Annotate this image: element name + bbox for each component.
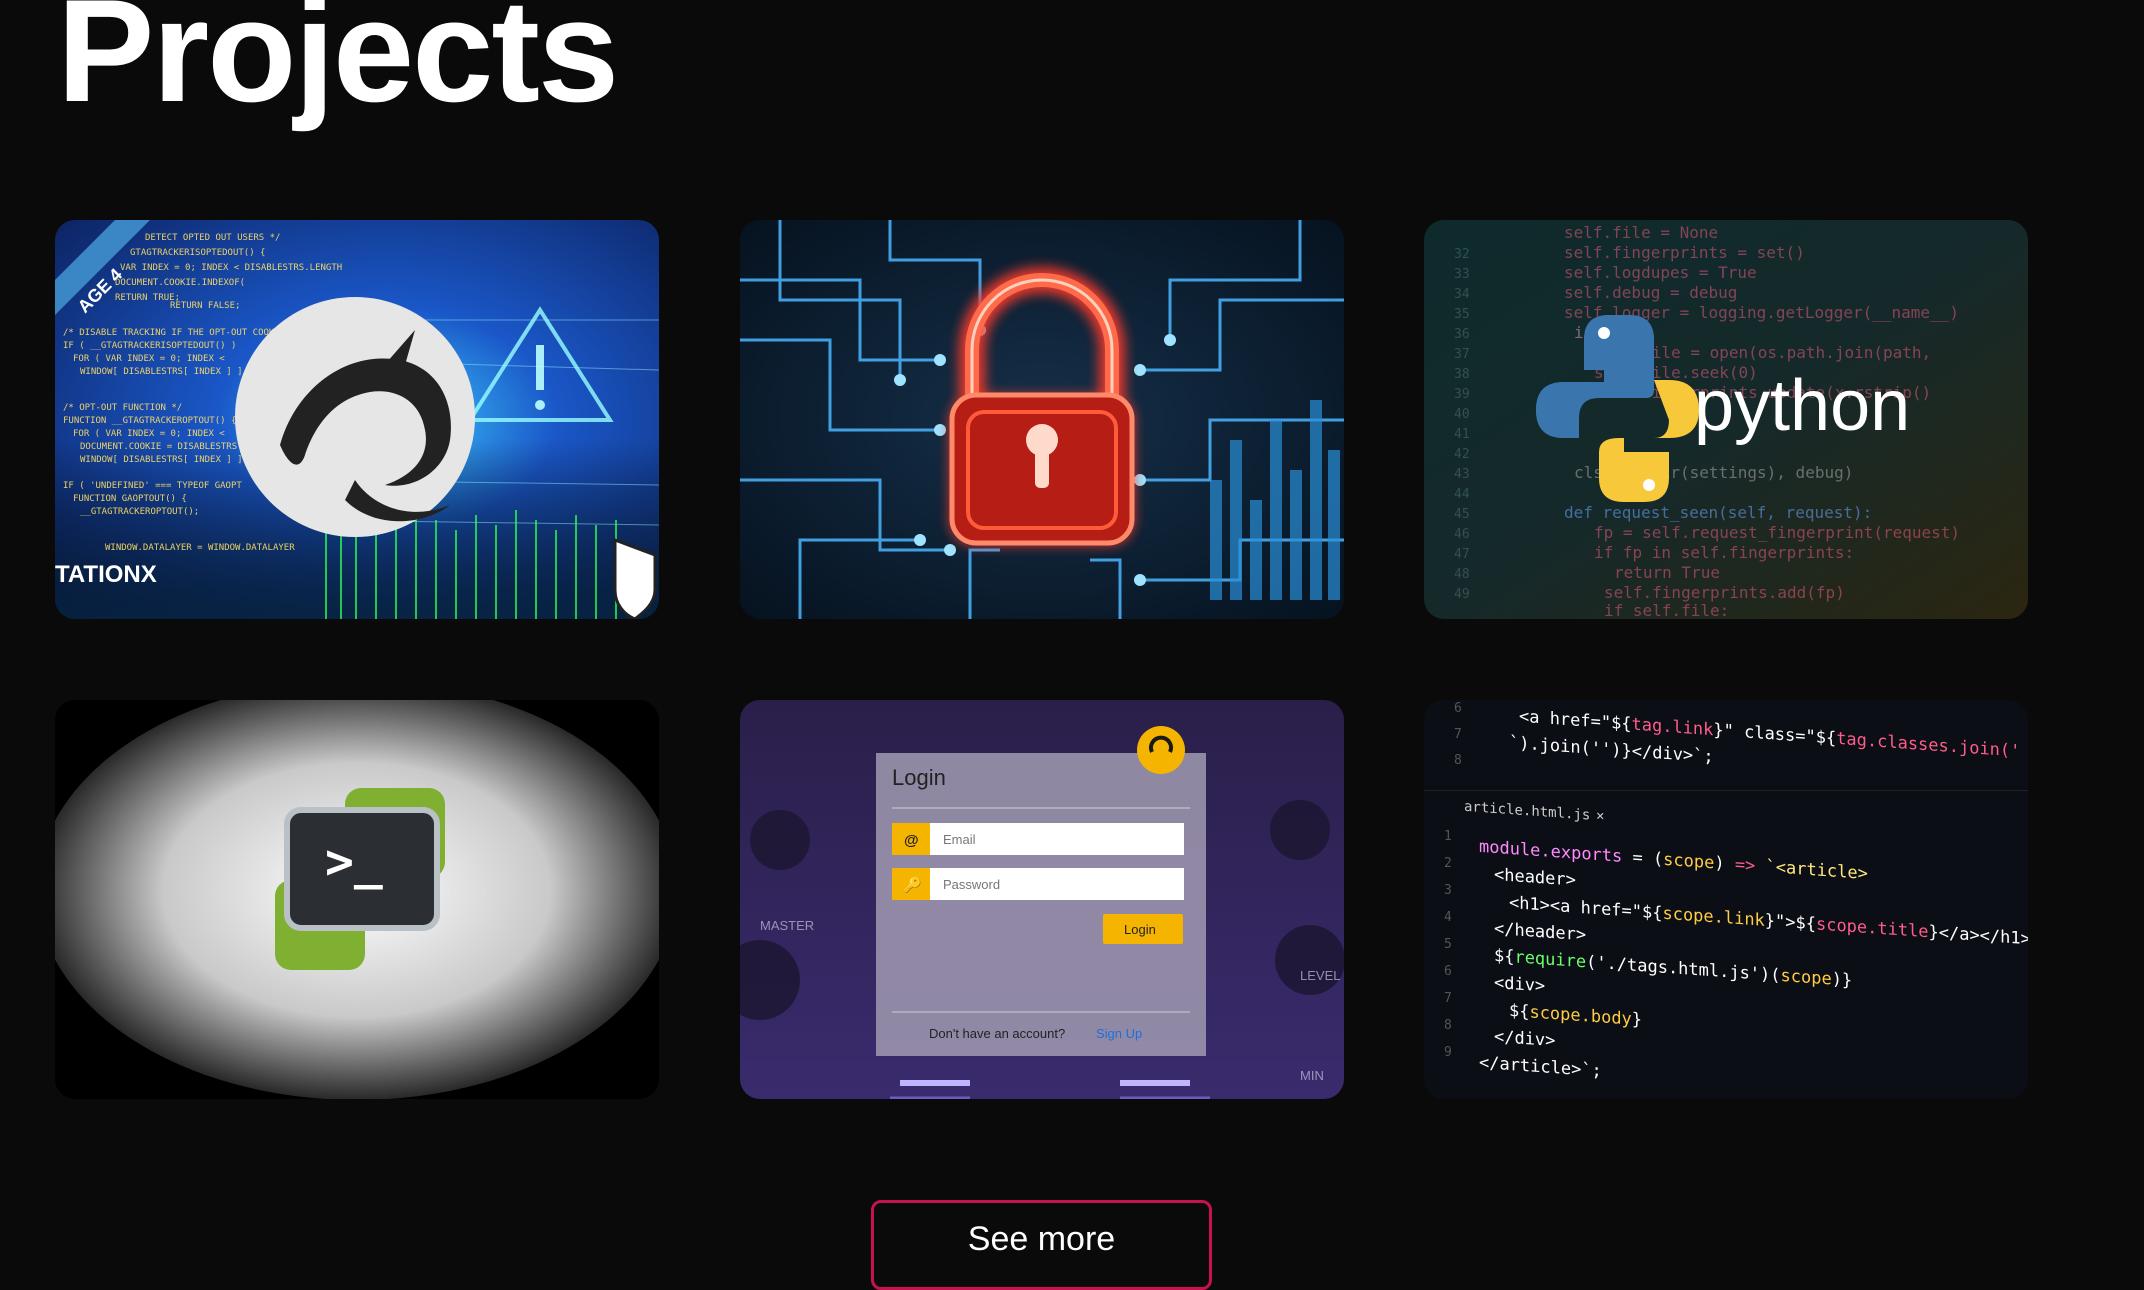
svg-text:MIN: MIN: [1300, 1068, 1324, 1083]
svg-text:FOR ( VAR INDEX = 0; INDEX <: FOR ( VAR INDEX = 0; INDEX <: [73, 429, 225, 439]
page-title: Projects: [57, 0, 619, 132]
svg-text:if self.file:: if self.file:: [1604, 601, 1729, 619]
svg-text:35: 35: [1454, 307, 1470, 322]
svg-text:fp = self.request_fingerprint(: fp = self.request_fingerprint(request): [1594, 523, 1960, 542]
svg-text:49: 49: [1454, 587, 1470, 602]
svg-text:37: 37: [1454, 347, 1470, 362]
python-code-image: self.file = None self.fingerprints = set…: [1424, 220, 2028, 619]
svg-text:WINDOW.DATALAYER = WINDOW.DATA: WINDOW.DATALAYER = WINDOW.DATALAYER: [105, 543, 295, 553]
svg-text:6: 6: [1454, 701, 1462, 716]
svg-text:39: 39: [1454, 387, 1470, 402]
svg-text:32: 32: [1454, 247, 1470, 262]
password-placeholder: Password: [943, 877, 1000, 892]
terminal-app-image: >_: [55, 700, 659, 1099]
svg-text:×: ×: [1596, 808, 1604, 825]
svg-text:FUNCTION __GTAGTRACKEROPTOUT(): FUNCTION __GTAGTRACKEROPTOUT() {: [63, 416, 236, 426]
project-card-python[interactable]: self.file = None self.fingerprints = set…: [1424, 220, 2028, 619]
svg-text:if fp in self.fingerprints:: if fp in self.fingerprints:: [1594, 543, 1854, 562]
svg-text:42: 42: [1454, 447, 1470, 462]
svg-text:8: 8: [1444, 1018, 1452, 1033]
svg-text:40: 40: [1454, 407, 1470, 422]
stationx-badge: TATIONX: [55, 561, 157, 588]
key-icon: 🔑: [903, 875, 922, 894]
svg-text:2: 2: [1444, 856, 1452, 871]
svg-text:46: 46: [1454, 527, 1470, 542]
login-panel: [876, 753, 1206, 1056]
svg-text:@: @: [904, 832, 919, 849]
svg-text:GTAGTRACKERISOPTEDOUT() {: GTAGTRACKERISOPTEDOUT() {: [130, 248, 265, 258]
svg-text:WINDOW[ DISABLESTRS[ INDEX ] ]: WINDOW[ DISABLESTRS[ INDEX ] ] =: [80, 455, 254, 465]
project-card-cyber-lock[interactable]: [740, 220, 1344, 619]
svg-text:FUNCTION GAOPTOUT() {: FUNCTION GAOPTOUT() {: [73, 494, 187, 504]
svg-text:9: 9: [1444, 1045, 1452, 1060]
login-button-label: Login: [1124, 922, 1156, 937]
svg-text:FOR ( VAR INDEX = 0; INDEX <: FOR ( VAR INDEX = 0; INDEX <: [73, 354, 225, 364]
email-placeholder: Email: [943, 832, 976, 847]
svg-text:MASTER: MASTER: [760, 918, 814, 933]
svg-text:8: 8: [1454, 753, 1462, 768]
svg-text:/* OPT-OUT FUNCTION */: /* OPT-OUT FUNCTION */: [63, 403, 182, 413]
svg-text:LEVEL: LEVEL: [1300, 968, 1340, 983]
svg-text:47: 47: [1454, 547, 1470, 562]
login-form-image: LEVELMASTERMIN Login @ Email 🔑 Password …: [740, 700, 1344, 1099]
svg-text:DETECT OPTED OUT USERS */: DETECT OPTED OUT USERS */: [145, 233, 280, 243]
svg-text:<div>: <div>: [1494, 973, 1545, 997]
terminal-prompt: >_: [325, 834, 383, 890]
svg-text:7: 7: [1444, 991, 1452, 1006]
svg-text:5: 5: [1444, 937, 1452, 952]
kali-card-image: DETECT OPTED OUT USERS */ GTAGTRACKERISO…: [55, 220, 659, 619]
no-account-text: Don't have an account?: [929, 1026, 1065, 1041]
project-card-terminal[interactable]: >_: [55, 700, 659, 1099]
cyber-lock-image: [740, 220, 1344, 619]
svg-text:__GTAGTRACKEROPTOUT();: __GTAGTRACKEROPTOUT();: [80, 507, 199, 517]
svg-text:WINDOW[ DISABLESTRS[ INDEX ] ]: WINDOW[ DISABLESTRS[ INDEX ] ] = T: [80, 367, 265, 377]
svg-text:6: 6: [1444, 964, 1452, 979]
svg-text:36: 36: [1454, 327, 1470, 342]
svg-text:3: 3: [1444, 883, 1452, 898]
svg-text:38: 38: [1454, 367, 1470, 382]
project-card-code[interactable]: <a href="${tag.link}" class="${tag.class…: [1424, 700, 2028, 1099]
login-title: Login: [892, 765, 946, 790]
svg-text:7: 7: [1454, 727, 1462, 742]
svg-text:DOCUMENT.COOKIE = DISABLESTRS: DOCUMENT.COOKIE = DISABLESTRS: [80, 442, 237, 452]
see-more-button[interactable]: See more: [871, 1200, 1212, 1290]
svg-text:return True: return True: [1614, 563, 1720, 582]
svg-text:4: 4: [1444, 910, 1452, 925]
svg-text:34: 34: [1454, 287, 1470, 302]
svg-text:IF ( 'UNDEFINED' === TYPEOF GA: IF ( 'UNDEFINED' === TYPEOF GAOPT: [63, 481, 242, 491]
svg-text:48: 48: [1454, 567, 1470, 582]
svg-text:33: 33: [1454, 267, 1470, 282]
project-card-login-form[interactable]: LEVEL MASTER MIN Login @ Email 🔑 Password …: [740, 700, 1344, 1099]
code-editor-image: <a href="${tag.link}" class="${tag.class…: [1424, 700, 2028, 1099]
svg-text:VAR INDEX = 0; INDEX < DISABLE: VAR INDEX = 0; INDEX < DISABLESTRS.LENGT…: [120, 263, 342, 273]
python-logo-text: python: [1694, 366, 1910, 446]
svg-text:def request_seen(self, request: def request_seen(self, request):: [1564, 503, 1872, 522]
svg-text:1: 1: [1444, 829, 1452, 844]
svg-text:43: 43: [1454, 467, 1470, 482]
svg-text:self.debug = debug: self.debug = debug: [1564, 283, 1737, 302]
svg-text:self.fingerprints = set(): self.fingerprints = set(): [1564, 243, 1805, 262]
svg-text:self.fingerprints.add(fp): self.fingerprints.add(fp): [1604, 583, 1845, 602]
project-card-kali[interactable]: DETECT OPTED OUT USERS */ GTAGTRACKERISO…: [55, 220, 659, 619]
svg-text:IF ( __GTAGTRACKERISOPTEDOUT(): IF ( __GTAGTRACKERISOPTEDOUT() ): [63, 341, 236, 351]
signup-link: Sign Up: [1096, 1026, 1142, 1041]
svg-text:/* DISABLE TRACKING IF THE OPT: /* DISABLE TRACKING IF THE OPT-OUT COOKI…: [63, 328, 301, 338]
svg-text:RETURN FALSE;: RETURN FALSE;: [170, 301, 240, 311]
svg-text:self.file = None: self.file = None: [1564, 223, 1718, 242]
svg-text:41: 41: [1454, 427, 1470, 442]
svg-text:DOCUMENT.COOKIE.INDEXOF(: DOCUMENT.COOKIE.INDEXOF(: [115, 278, 245, 288]
svg-text:45: 45: [1454, 507, 1470, 522]
svg-text:44: 44: [1454, 487, 1470, 502]
svg-text:self.logdupes = True: self.logdupes = True: [1564, 263, 1757, 282]
